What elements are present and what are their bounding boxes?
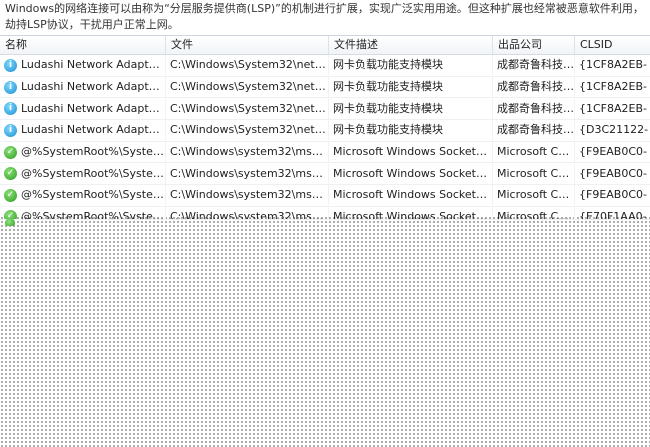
row-file-cell: C:\Windows\system32\mswsock... <box>166 206 329 219</box>
row-name-cell: i Ludashi Network Adapter L... <box>0 77 166 98</box>
column-header-description[interactable]: 文件描述 <box>329 36 493 54</box>
row-company-cell: 成都奇鲁科技有... <box>493 98 575 119</box>
row-file-cell: C:\Windows\System32\netload.dll <box>166 77 329 98</box>
info-icon: i <box>4 123 17 137</box>
row-clsid-cell: {1CF8A2EB- <box>579 80 647 94</box>
check-icon: ✓ <box>4 167 17 181</box>
row-name-cell: ✓@%SystemRoot%\System32... <box>0 163 166 184</box>
row-file-cell: C:\Windows\System32\netload.dll <box>166 120 329 141</box>
row-clsid-cell: {F9EAB0C0- <box>579 145 647 159</box>
row-desc-cell: Microsoft Windows Sockets 2.0... <box>329 163 493 184</box>
lsp-panel: Windows的网络连接可以由称为“分层服务提供商(LSP)”的机制进行扩展，实… <box>0 0 650 220</box>
row-desc-cell: 网卡负载功能支持模块 <box>329 98 493 119</box>
row-company-cell: Microsoft Cor... <box>493 185 575 206</box>
row-company-cell: 成都奇鲁科技有... <box>493 120 575 141</box>
row-desc-cell: Microsoft Windows Sockets 2.0... <box>329 142 493 163</box>
row-clsid-cell: {E70F1AA0- <box>579 209 647 220</box>
column-header-name[interactable]: 名称 <box>0 36 166 54</box>
row-desc-cell: Microsoft Windows Sockets 2.0... <box>329 185 493 206</box>
row-desc-cell: 网卡负载功能支持模块 <box>329 77 493 98</box>
row-clsid-cell: {D3C21122- <box>579 123 649 137</box>
table-row[interactable]: ✓@%SystemRoot%\System32... C:\Windows\sy… <box>0 163 650 186</box>
row-clsid-cell: {F9EAB0C0- <box>579 166 647 180</box>
check-icon <box>5 218 15 226</box>
column-header-company[interactable]: 出品公司 <box>493 36 575 54</box>
table-row[interactable]: i Ludashi Network Adapter L... C:\Windows… <box>0 120 650 142</box>
truncated-row-fragment <box>5 218 125 226</box>
row-desc-cell: Microsoft Windows Sockets 2.0... <box>329 206 493 219</box>
row-clsid-cell: {1CF8A2EB- <box>579 58 647 72</box>
row-name-cell: i Ludashi Network Adapter L... <box>0 120 166 141</box>
column-header-clsid[interactable]: CLSID <box>575 36 650 54</box>
row-clsid-cell: {F9EAB0C0- <box>579 188 647 202</box>
row-company-cell: 成都奇鲁科技有... <box>493 77 575 98</box>
table-row[interactable]: i Ludashi Network Adapter L... C:\Windows… <box>0 77 650 99</box>
table-row[interactable]: ✓@%SystemRoot%\System32... C:\Windows\sy… <box>0 185 650 207</box>
row-name-cell: i Ludashi Network Adapter L... <box>0 98 166 119</box>
row-desc-cell: 网卡负载功能支持模块 <box>329 55 493 76</box>
row-name-cell: i Ludashi Network Adapter L... <box>0 55 166 76</box>
row-company-cell: Microsoft Cor... <box>493 206 575 219</box>
row-company-cell: Microsoft Cor... <box>493 163 575 184</box>
lsp-description: Windows的网络连接可以由称为“分层服务提供商(LSP)”的机制进行扩展，实… <box>5 2 644 31</box>
row-file-cell: C:\Windows\system32\mswsock... <box>166 185 329 206</box>
info-icon: i <box>4 102 17 116</box>
table-row[interactable]: i Ludashi Network Adapter L... C:\Windows… <box>0 98 650 121</box>
row-desc-cell: 网卡负载功能支持模块 <box>329 120 493 141</box>
row-name-cell: ✓@%SystemRoot%\System32... <box>0 142 166 163</box>
check-icon: ✓ <box>4 188 17 202</box>
info-icon: i <box>4 80 17 94</box>
row-file-cell: C:\Windows\system32\mswsock... <box>166 142 329 163</box>
row-clsid-cell: {1CF8A2EB- <box>579 101 647 115</box>
table-header: 名称 文件 文件描述 出品公司 CLSID <box>0 35 650 55</box>
row-company-cell: 成都奇鲁科技有... <box>493 55 575 76</box>
row-file-cell: C:\Windows\System32\netload.dll <box>166 98 329 119</box>
column-header-file[interactable]: 文件 <box>166 36 329 54</box>
table-row[interactable]: ✓@%SystemRoot%\System32... C:\Windows\sy… <box>0 142 650 164</box>
row-file-cell: C:\Windows\system32\mswsock... <box>166 163 329 184</box>
row-company-cell: Microsoft Cor... <box>493 142 575 163</box>
table-row[interactable]: i Ludashi Network Adapter L... C:\Windows… <box>0 55 650 77</box>
row-file-cell: C:\Windows\System32\netload.dll <box>166 55 329 76</box>
info-icon: i <box>4 58 17 72</box>
lsp-table: 名称 文件 文件描述 出品公司 CLSID i Ludashi Network A… <box>0 35 650 220</box>
check-icon: ✓ <box>4 145 17 159</box>
row-name-cell: ✓@%SystemRoot%\System32... <box>0 185 166 206</box>
